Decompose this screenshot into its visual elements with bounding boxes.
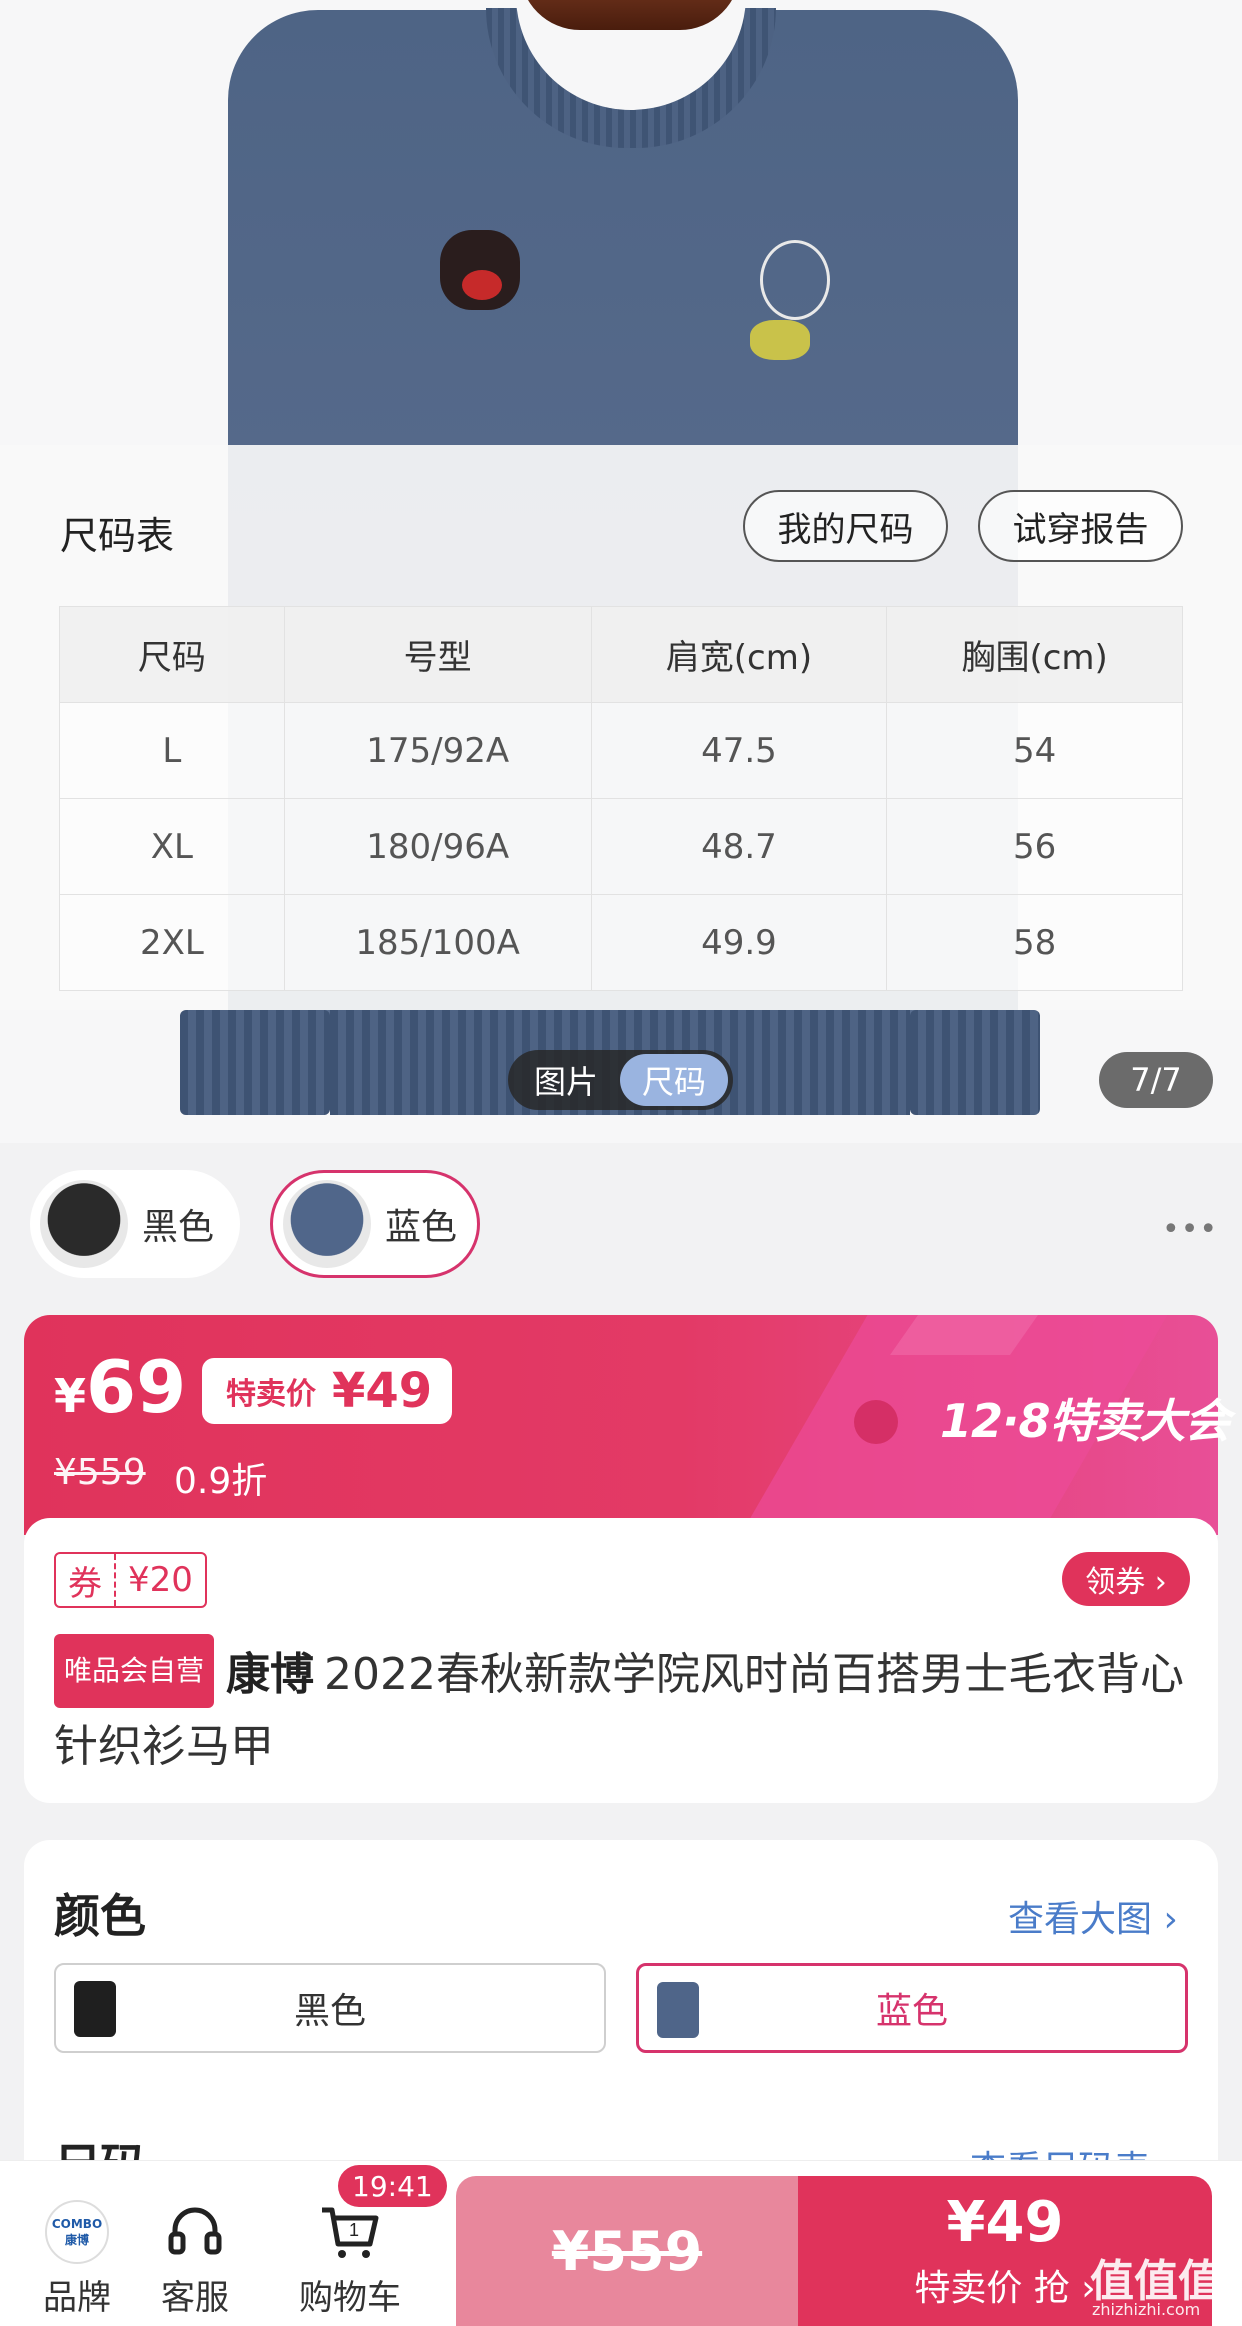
more-icon[interactable]: ••• (1162, 1212, 1218, 1247)
color-chip-black[interactable]: 黑色 (30, 1170, 240, 1278)
coupon-value: ¥20 (128, 1560, 193, 1600)
color-chip-blue[interactable]: 蓝色 (270, 1170, 480, 1278)
color-option-blue[interactable]: 蓝色 (636, 1963, 1188, 2053)
brand-nav-button[interactable]: COMBO康博 品牌 (22, 2200, 132, 2319)
size-chart-link[interactable]: 查看尺码表 › (970, 2140, 1176, 2160)
color-option-label: 蓝色 (875, 1991, 948, 2032)
header-chest: 胸围(cm) (886, 606, 1183, 703)
table-row: XL 180/96A 48.7 56 (59, 798, 1183, 895)
cart-badge: 19:41 (338, 2165, 447, 2207)
table-cell: 2XL (59, 894, 285, 991)
table-cell: 185/100A (283, 894, 592, 991)
headset-icon (163, 2200, 227, 2264)
color-option-label: 黑色 (293, 1991, 366, 2032)
color-chip-label: 黑色 (142, 1207, 215, 1248)
table-cell: XL (59, 798, 285, 895)
page-counter: 7/7 (1099, 1052, 1213, 1108)
toggle-image-tab[interactable]: 图片 (512, 1054, 620, 1106)
color-chip-label: 蓝色 (385, 1207, 458, 1248)
table-cell: 180/96A (283, 798, 592, 895)
current-price: ¥69 (54, 1345, 187, 1429)
product-name: 2022春秋新款学院风时尚百搭男士毛衣背心针织衫马甲 (54, 1649, 1184, 1772)
color-heading: 颜色 (54, 1889, 146, 1943)
cart-button[interactable]: 1 购物车 (285, 2200, 415, 2319)
table-cell: 58 (886, 894, 1183, 991)
size-heading: 尺码 (54, 2130, 146, 2160)
size-table: 尺码 号型 肩宽(cm) 胸围(cm) L 175/92A 47.5 54 XL… (59, 606, 1183, 991)
black-sweater-thumbnail (74, 1981, 116, 2037)
table-row: 2XL 185/100A 49.9 58 (59, 894, 1183, 991)
discount-label: 0.9折 (174, 1461, 268, 1502)
header-model: 号型 (283, 606, 592, 703)
cart-count: 1 (349, 2220, 359, 2240)
size-chart-title: 尺码表 (60, 514, 175, 558)
blue-sweater-thumbnail (283, 1180, 371, 1268)
brand-logo: COMBO康博 (45, 2200, 109, 2264)
table-cell: L (59, 702, 285, 799)
header-size: 尺码 (59, 606, 285, 703)
original-price: ¥559 (54, 1452, 146, 1493)
toggle-size-tab[interactable]: 尺码 (620, 1054, 728, 1106)
color-option-black[interactable]: 黑色 (54, 1963, 606, 2053)
product-title: 唯品会自营 康博 2022春秋新款学院风时尚百搭男士毛衣背心针织衫马甲 (54, 1634, 1184, 1780)
coupon-badge: 券 ¥20 (54, 1552, 207, 1608)
sleeve-cuff-right (910, 1010, 1040, 1115)
promo-event-title: 12·8特卖大会 (940, 1394, 1230, 1448)
coupon-label: 券 (56, 1554, 116, 1606)
gallery-toggle[interactable]: 图片 尺码 (508, 1050, 733, 1110)
try-on-report-button[interactable]: 试穿报告 (978, 490, 1183, 562)
cart-icon: 1 (318, 2200, 382, 2264)
special-price-label: 特卖价 (226, 1377, 316, 1412)
blue-sweater-thumbnail (657, 1982, 699, 2038)
header-shoulder: 肩宽(cm) (590, 606, 888, 703)
customer-service-button[interactable]: 客服 (140, 2200, 250, 2319)
table-row: L 175/92A 47.5 54 (59, 702, 1183, 799)
special-price-value: ¥49 (332, 1363, 433, 1419)
site-watermark-url: zhizhizhi.com (1092, 2300, 1201, 2319)
size-table-header: 尺码 号型 肩宽(cm) 胸围(cm) (59, 606, 1183, 703)
table-cell: 47.5 (590, 702, 888, 799)
self-operated-badge: 唯品会自营 (54, 1634, 215, 1708)
view-large-image-link[interactable]: 查看大图 › (1008, 1890, 1178, 1942)
cart-label: 购物车 (299, 2278, 401, 2318)
table-cell: 49.9 (590, 894, 888, 991)
original-price-buy-button[interactable]: ¥559 (456, 2176, 798, 2326)
product-gallery[interactable]: 尺码表 我的尺码 试穿报告 尺码 号型 肩宽(cm) 胸围(cm) L 175/… (0, 0, 1242, 1143)
embroidery-right (760, 240, 830, 320)
special-price-tag: 特卖价 ¥49 (202, 1358, 453, 1424)
black-sweater-thumbnail (40, 1180, 128, 1268)
table-cell: 54 (886, 702, 1183, 799)
table-cell: 56 (886, 798, 1183, 895)
brand-nav-label: 品牌 (43, 2278, 111, 2318)
table-cell: 48.7 (590, 798, 888, 895)
sleeve-cuff-left (180, 1010, 330, 1115)
my-size-button[interactable]: 我的尺码 (743, 490, 948, 562)
table-cell: 175/92A (283, 702, 592, 799)
brand-name[interactable]: 康博 (226, 1649, 314, 1700)
customer-service-label: 客服 (161, 2278, 229, 2318)
get-coupon-button[interactable]: 领券 › (1062, 1552, 1190, 1606)
